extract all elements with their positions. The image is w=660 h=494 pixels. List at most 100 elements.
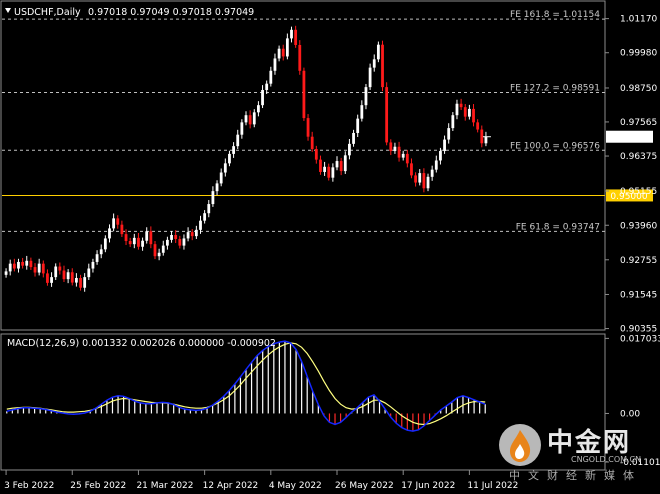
candle-bull xyxy=(484,136,488,144)
candle-bull xyxy=(252,112,256,125)
candle-bear xyxy=(190,232,194,237)
watermark-tagline: 中文财经新媒体 xyxy=(509,469,642,482)
price-tick-label: 0.96375 xyxy=(620,152,657,162)
candle-bear xyxy=(339,161,343,172)
candle-bull xyxy=(451,115,455,129)
candle-bull xyxy=(207,204,211,214)
candle-bull xyxy=(323,166,326,172)
candle-bear xyxy=(480,129,484,144)
candle-bull xyxy=(368,67,372,88)
time-tick-label: 12 Apr 2022 xyxy=(203,481,259,491)
time-tick-label: 26 May 2022 xyxy=(335,481,394,491)
candle-bull xyxy=(74,277,78,283)
candle-bear xyxy=(422,173,426,189)
candle-bull xyxy=(91,261,95,269)
candle-bear xyxy=(174,234,178,240)
candle-bear xyxy=(58,266,62,271)
candle-bear xyxy=(46,273,49,283)
candle-bull xyxy=(215,183,219,192)
candle-bear xyxy=(381,44,384,88)
price-tick-label: 0.98750 xyxy=(620,84,657,94)
candle-bull xyxy=(455,103,459,116)
candle-bear xyxy=(128,241,132,245)
price-tick-label: 0.99980 xyxy=(620,49,657,59)
candle-bear xyxy=(153,244,157,257)
time-tick-label: 3 Feb 2022 xyxy=(4,481,54,491)
candle-bull xyxy=(37,263,41,273)
candle-bull xyxy=(223,163,227,173)
candle-bull xyxy=(240,122,244,135)
level-label: FE 100.0 = 0.96576 xyxy=(510,141,600,151)
candle-bear xyxy=(306,118,310,137)
candle-bull xyxy=(50,277,53,283)
candle-bull xyxy=(434,160,438,170)
candle-bear xyxy=(70,272,74,283)
candle-bull xyxy=(443,139,446,152)
candle-bear xyxy=(62,270,66,280)
candle-bull xyxy=(277,48,281,59)
current-price-label: 0.97049 xyxy=(610,133,647,143)
candle-bull xyxy=(290,29,293,39)
candle-bull xyxy=(343,155,347,172)
candle-bear xyxy=(124,234,128,242)
candle-bull xyxy=(244,115,248,123)
price-tick-label: 0.93960 xyxy=(620,221,657,231)
time-tick-label: 25 Feb 2022 xyxy=(70,481,126,491)
candle-bear xyxy=(397,146,401,158)
candle-bull xyxy=(356,118,360,133)
candle-bull xyxy=(182,238,186,246)
candle-bull xyxy=(203,213,207,221)
candle-bear xyxy=(120,224,124,235)
candle-bull xyxy=(112,218,116,229)
candle-bull xyxy=(194,229,198,237)
candle-bull xyxy=(4,271,8,275)
candle-bull xyxy=(331,167,335,178)
candle-bear xyxy=(310,136,314,150)
price-tick-label: 1.01170 xyxy=(620,15,657,25)
time-tick-label: 4 May 2022 xyxy=(269,481,322,491)
time-tick-label: 21 Mar 2022 xyxy=(136,481,193,491)
candle-bull xyxy=(161,245,165,253)
candle-bear xyxy=(12,263,16,269)
candle-bear xyxy=(414,175,418,183)
candle-bear xyxy=(405,153,409,164)
candle-bear xyxy=(33,267,37,273)
candle-bull xyxy=(269,70,273,84)
candle-bear xyxy=(149,231,153,245)
candle-bull xyxy=(236,134,240,147)
candle-bull xyxy=(261,89,264,106)
candle-bear xyxy=(463,107,467,117)
candle-bull xyxy=(376,44,380,60)
candle-bull xyxy=(66,272,70,280)
candle-bull xyxy=(401,153,405,158)
level-label: FE 61.8 = 0.93747 xyxy=(516,222,600,232)
candle-bear xyxy=(248,115,252,125)
candle-bear xyxy=(410,163,413,176)
candle-bear xyxy=(389,142,393,152)
candle-bear xyxy=(476,122,480,130)
candle-bull xyxy=(273,58,277,71)
candle-bull xyxy=(25,260,29,266)
candle-bull xyxy=(467,108,471,117)
candle-bull xyxy=(166,239,169,246)
candle-bull xyxy=(145,231,149,241)
candle-bear xyxy=(294,29,298,45)
price-tick-label: 0.91545 xyxy=(620,290,657,300)
candle-bull xyxy=(219,172,223,184)
candle-bull xyxy=(211,191,215,205)
price-tick-label: 0.97565 xyxy=(620,118,657,128)
candle-bull xyxy=(108,228,111,239)
candle-bull xyxy=(103,238,107,250)
candle-bull xyxy=(8,263,12,272)
candle-bear xyxy=(41,263,45,274)
symbol-label[interactable]: USDCHF,Daily xyxy=(14,7,81,18)
candle-bull xyxy=(447,128,451,140)
candle-bear xyxy=(385,87,389,143)
fire-drop-icon xyxy=(499,424,541,466)
candle-bear xyxy=(178,239,182,246)
candle-bull xyxy=(141,240,144,247)
candle-bull xyxy=(17,261,20,269)
candle-bull xyxy=(439,151,442,161)
candle-bear xyxy=(314,149,318,160)
candle-bull xyxy=(157,252,161,257)
